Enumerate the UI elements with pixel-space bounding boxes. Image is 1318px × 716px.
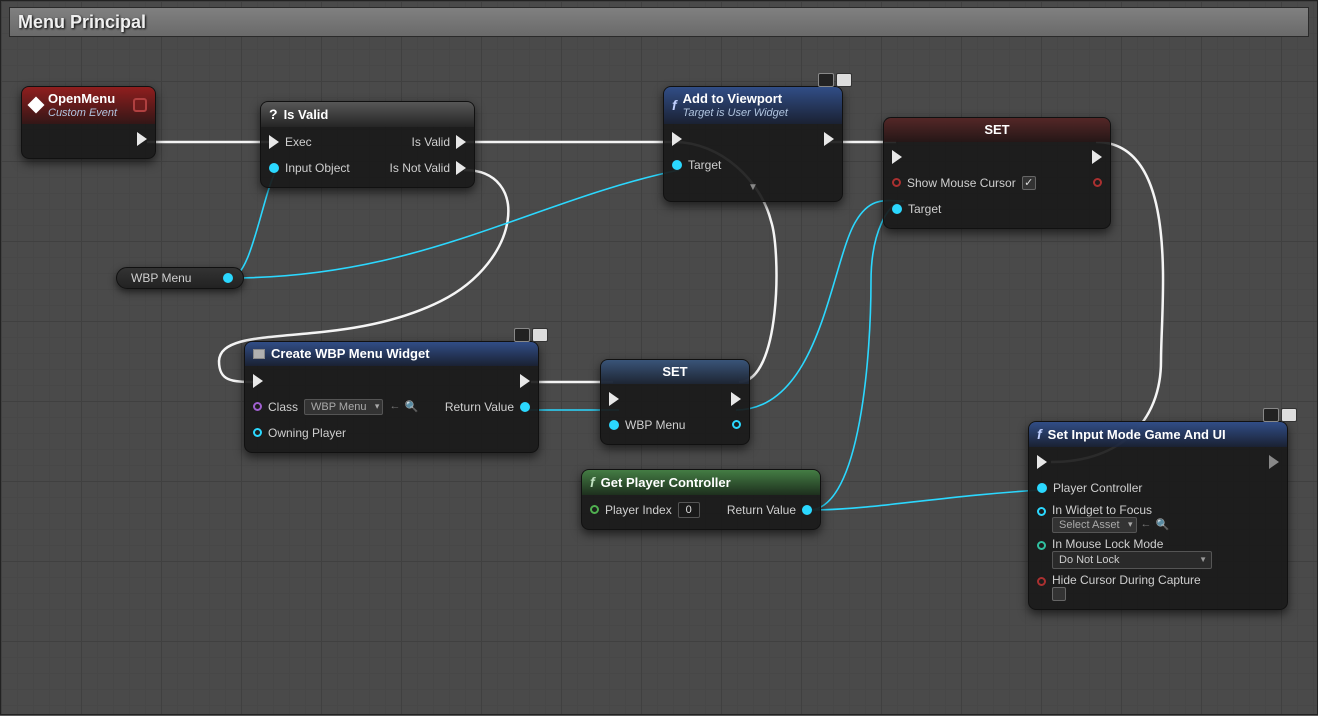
comment-title-bar[interactable]: Menu Principal — [9, 7, 1309, 37]
variable-out-pin[interactable] — [223, 273, 233, 283]
badges — [818, 73, 852, 87]
exec-out-pin[interactable] — [1092, 150, 1102, 164]
exec-out-pin[interactable] — [520, 374, 530, 388]
node-set-wbp[interactable]: SET WBP Menu — [600, 359, 750, 445]
node-set-input-mode[interactable]: f Set Input Mode Game And UI Player Cont… — [1028, 421, 1288, 610]
nav-arrows-icon[interactable]: ←🔍 — [1141, 518, 1170, 531]
isnotvalid-out-pin[interactable]: Is Not Valid — [390, 161, 466, 175]
variable-label: WBP Menu — [131, 271, 191, 285]
lock-mode-pin[interactable]: In Mouse Lock Mode Do Not Lock — [1037, 537, 1212, 569]
exec-in-pin[interactable] — [892, 150, 902, 164]
blueprint-canvas[interactable]: Menu Principal OpenMenu Custom Event — [0, 0, 1318, 715]
node-title: Set Input Mode Game And UI — [1048, 427, 1226, 443]
lock-mode-dropdown[interactable]: Do Not Lock — [1052, 551, 1212, 569]
widget-focus-pin[interactable]: In Widget to Focus Select Asset ←🔍 — [1037, 503, 1169, 533]
node-openmenu[interactable]: OpenMenu Custom Event — [21, 86, 156, 159]
variable-wbp-menu[interactable]: WBP Menu — [116, 267, 244, 289]
class-selector[interactable]: WBP Menu — [304, 399, 383, 415]
node-header: Create WBP Menu Widget — [245, 342, 538, 366]
node-title: OpenMenu — [48, 91, 117, 107]
event-icon — [28, 97, 45, 114]
isvalid-out-pin[interactable]: Is Valid — [412, 135, 466, 149]
node-header: SET — [601, 360, 749, 384]
node-isvalid[interactable]: ? Is Valid Exec Is Valid Input Object Is… — [260, 101, 475, 188]
show-cursor-checkbox[interactable]: ✓ — [1022, 176, 1036, 190]
node-set-cursor[interactable]: SET Show Mouse Cursor ✓ Target — [883, 117, 1111, 229]
expand-arrow-icon[interactable]: ▼ — [672, 182, 834, 193]
badges — [1263, 408, 1297, 422]
node-title: Add to Viewport — [683, 91, 788, 107]
class-pin[interactable]: Class WBP Menu ←🔍 — [253, 399, 418, 415]
hide-cursor-pin[interactable]: Hide Cursor During Capture — [1037, 573, 1201, 601]
node-get-player-controller[interactable]: f Get Player Controller Player Index Ret… — [581, 469, 821, 530]
node-title: SET — [609, 364, 741, 380]
target-pin[interactable]: Target — [892, 202, 941, 216]
function-icon: f — [672, 97, 677, 114]
node-header: SET — [884, 118, 1110, 142]
nav-arrows-icon[interactable]: ←🔍 — [389, 400, 418, 413]
comment-title: Menu Principal — [18, 12, 146, 33]
function-icon: f — [590, 474, 595, 491]
node-title: Get Player Controller — [601, 475, 731, 491]
node-add-to-viewport[interactable]: f Add to Viewport Target is User Widget … — [663, 86, 843, 202]
node-title: SET — [892, 122, 1102, 138]
hide-cursor-checkbox[interactable] — [1052, 587, 1066, 601]
exec-out-pin[interactable] — [137, 132, 147, 146]
exec-out-pin[interactable] — [731, 392, 741, 406]
node-create-widget[interactable]: Create WBP Menu Widget Class WBP Menu ←🔍… — [244, 341, 539, 453]
breakpoint-icon[interactable] — [133, 98, 147, 112]
node-header: f Set Input Mode Game And UI — [1029, 422, 1287, 447]
wbp-in-pin[interactable]: WBP Menu — [609, 418, 685, 432]
widget-focus-selector[interactable]: Select Asset — [1052, 517, 1137, 533]
value-out-pin[interactable] — [1093, 178, 1102, 187]
input-object-pin[interactable]: Input Object — [269, 161, 350, 175]
widget-icon — [253, 349, 265, 359]
exec-out-pin[interactable] — [1269, 455, 1279, 469]
player-controller-pin[interactable]: Player Controller — [1037, 481, 1142, 495]
exec-out-pin[interactable] — [824, 132, 834, 146]
question-icon: ? — [269, 106, 278, 123]
node-header: OpenMenu Custom Event — [22, 87, 155, 124]
show-cursor-pin[interactable]: Show Mouse Cursor ✓ — [892, 176, 1036, 190]
node-title: Is Valid — [284, 107, 329, 123]
return-value-pin[interactable]: Return Value — [445, 400, 530, 414]
exec-in-pin[interactable] — [1037, 455, 1047, 469]
target-pin[interactable]: Target — [672, 158, 721, 172]
exec-in-pin[interactable] — [672, 132, 682, 146]
node-subtitle: Custom Event — [48, 107, 117, 120]
exec-in-pin[interactable]: Exec — [269, 135, 312, 149]
exec-in-pin[interactable] — [253, 374, 263, 388]
player-index-input[interactable] — [678, 502, 700, 518]
node-header: f Add to Viewport Target is User Widget — [664, 87, 842, 124]
owning-player-pin[interactable]: Owning Player — [253, 426, 346, 440]
node-header: f Get Player Controller — [582, 470, 820, 495]
return-value-pin[interactable]: Return Value — [727, 503, 812, 517]
node-title: Create WBP Menu Widget — [271, 346, 430, 362]
node-subtitle: Target is User Widget — [683, 107, 788, 120]
exec-in-pin[interactable] — [609, 392, 619, 406]
wbp-out-pin[interactable] — [732, 420, 741, 429]
function-icon: f — [1037, 426, 1042, 443]
node-header: ? Is Valid — [261, 102, 474, 127]
player-index-pin[interactable]: Player Index — [590, 502, 700, 518]
badges — [514, 328, 548, 342]
